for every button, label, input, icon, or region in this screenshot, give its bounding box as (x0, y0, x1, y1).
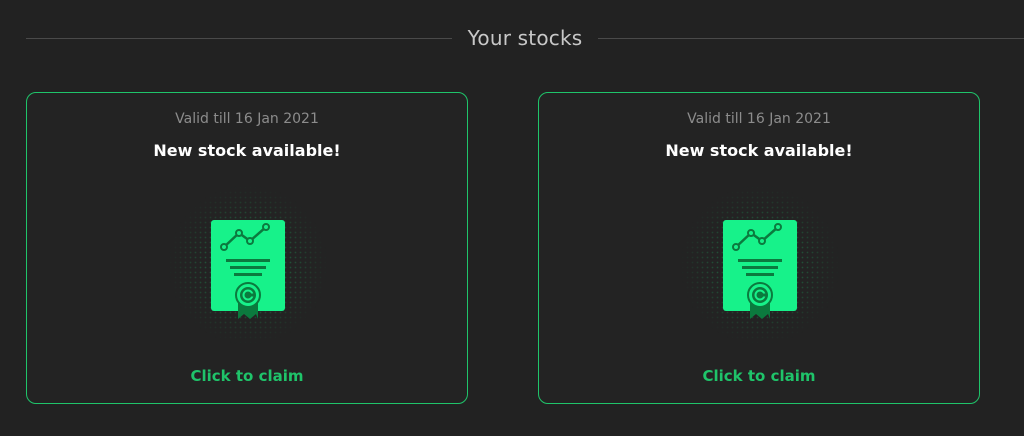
stock-certificate-icon (168, 185, 328, 345)
stock-certificate-icon (680, 185, 840, 345)
card-title: New stock available! (153, 141, 341, 160)
section-title: Your stocks (467, 26, 583, 50)
valid-until-text: Valid till 16 Jan 2021 (175, 111, 319, 127)
divider-left (26, 37, 452, 39)
stock-card[interactable]: Valid till 16 Jan 2021 New stock availab… (26, 92, 468, 404)
section-header: Your stocks (26, 20, 1024, 56)
stock-card[interactable]: Valid till 16 Jan 2021 New stock availab… (538, 92, 980, 404)
claim-button[interactable]: Click to claim (539, 367, 979, 385)
card-title: New stock available! (665, 141, 853, 160)
divider-right (598, 37, 1024, 39)
valid-until-text: Valid till 16 Jan 2021 (687, 111, 831, 127)
claim-button[interactable]: Click to claim (27, 367, 467, 385)
page: Your stocks Valid till 16 Jan 2021 New s… (0, 0, 1024, 436)
